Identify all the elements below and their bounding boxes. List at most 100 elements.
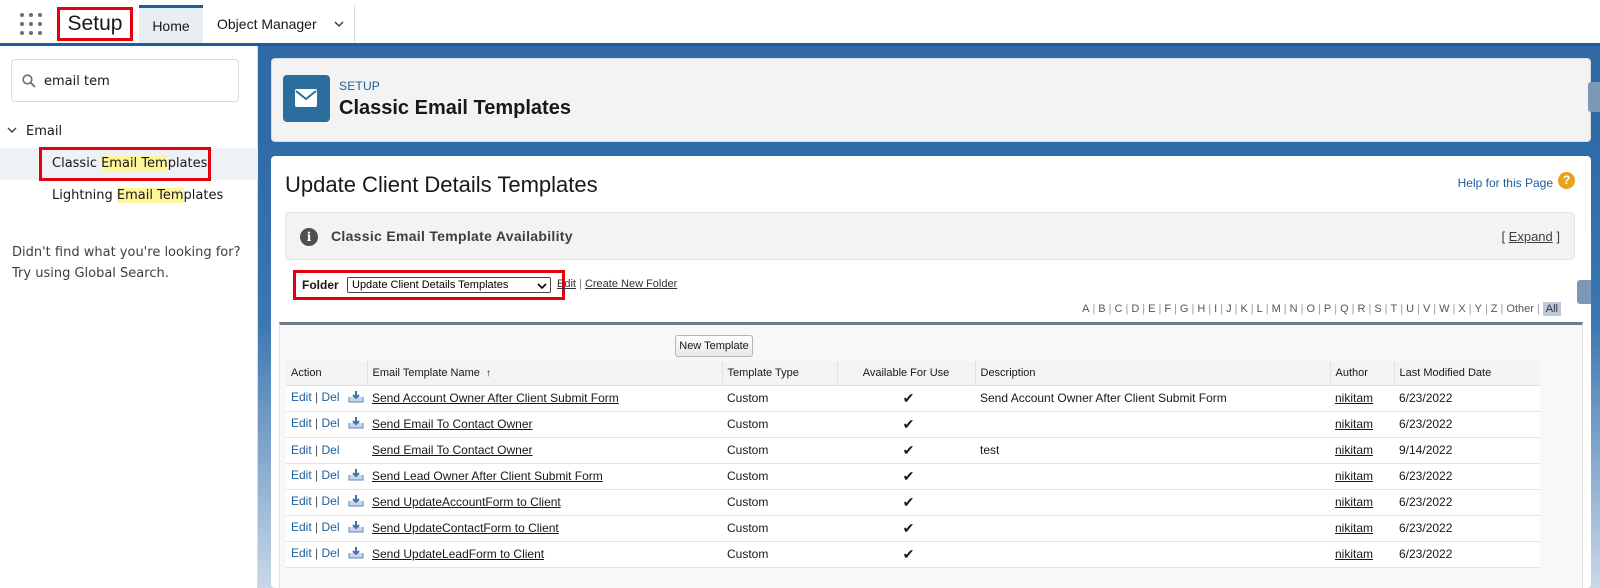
download-icon[interactable] xyxy=(348,468,364,485)
alpha-filter-letter[interactable]: H xyxy=(1197,303,1205,315)
alpha-filter-letter[interactable]: A xyxy=(1082,303,1089,315)
alpha-filter-letter[interactable]: O xyxy=(1306,303,1315,315)
del-link[interactable]: Del xyxy=(322,443,340,457)
alpha-filter-letter[interactable]: Other xyxy=(1506,303,1534,315)
column-header-modified[interactable]: Last Modified Date xyxy=(1394,361,1540,386)
edit-link[interactable]: Edit xyxy=(291,494,312,508)
alpha-filter-letter[interactable]: K xyxy=(1240,303,1247,315)
alpha-filter-letter[interactable]: T xyxy=(1391,303,1398,315)
column-header-available[interactable]: Available For Use xyxy=(837,361,976,386)
download-icon[interactable] xyxy=(348,390,364,407)
new-template-button[interactable]: New Template xyxy=(675,335,753,357)
alpha-filter-letter[interactable]: E xyxy=(1148,303,1155,315)
expand-link[interactable]: Expand xyxy=(1509,229,1553,244)
tab-object-manager[interactable]: Object Manager xyxy=(203,5,355,43)
column-header-action: Action xyxy=(286,361,368,386)
template-name-link[interactable]: Send UpdateLeadForm to Client xyxy=(372,547,544,561)
del-link[interactable]: Del xyxy=(322,416,340,430)
author-link[interactable]: nikitam xyxy=(1335,547,1373,561)
template-name-link[interactable]: Send UpdateAccountForm to Client xyxy=(372,495,561,509)
alpha-filter-letter[interactable]: J xyxy=(1226,303,1232,315)
alpha-filter-letter[interactable]: B xyxy=(1098,303,1105,315)
download-icon[interactable] xyxy=(348,416,364,433)
alpha-filter-letter[interactable]: G xyxy=(1180,303,1189,315)
edit-folder-link[interactable]: Edit xyxy=(557,278,576,290)
page-header-title: Classic Email Templates xyxy=(339,97,571,119)
alpha-filter-letter[interactable]: S xyxy=(1374,303,1381,315)
edit-link[interactable]: Edit xyxy=(291,468,312,482)
folder-select[interactable]: Update Client Details Templates xyxy=(347,277,551,293)
author-link[interactable]: nikitam xyxy=(1335,469,1373,483)
edit-link[interactable]: Edit xyxy=(291,443,312,457)
help-link[interactable]: Help for this Page xyxy=(1458,176,1553,190)
del-link[interactable]: Del xyxy=(322,546,340,560)
chevron-down-icon xyxy=(537,283,547,290)
download-icon[interactable] xyxy=(348,494,364,511)
edit-link[interactable]: Edit xyxy=(291,520,312,534)
scroll-handle[interactable] xyxy=(1577,280,1591,304)
sidebar-item-lightning-email-templates[interactable]: Lightning Email Templates xyxy=(52,188,223,203)
alpha-filter-letter[interactable]: F xyxy=(1164,303,1171,315)
edit-link[interactable]: Edit xyxy=(291,546,312,560)
del-link[interactable]: Del xyxy=(322,468,340,482)
author-cell: nikitam xyxy=(1330,385,1394,412)
chevron-down-icon[interactable] xyxy=(334,19,344,29)
item-text: Classic xyxy=(52,156,102,171)
alpha-filter-letter[interactable]: D xyxy=(1131,303,1139,315)
alpha-filter-letter[interactable]: L xyxy=(1257,303,1263,315)
del-link[interactable]: Del xyxy=(322,494,340,508)
author-link[interactable]: nikitam xyxy=(1335,495,1373,509)
quick-find-input[interactable] xyxy=(44,69,234,93)
table-header-row: Action Email Template Name ↑ Template Typ… xyxy=(286,361,1540,386)
tab-object-manager-label: Object Manager xyxy=(217,16,317,32)
edit-link[interactable]: Edit xyxy=(291,416,312,430)
email-icon xyxy=(283,75,330,122)
modified-date-cell: 6/23/2022 xyxy=(1394,515,1540,542)
alpha-filter-letter[interactable]: R xyxy=(1358,303,1366,315)
author-link[interactable]: nikitam xyxy=(1335,443,1373,457)
author-cell: nikitam xyxy=(1330,437,1394,464)
alpha-filter-letter[interactable]: P xyxy=(1324,303,1331,315)
edit-link[interactable]: Edit xyxy=(291,390,312,404)
download-icon[interactable] xyxy=(348,520,364,537)
alpha-filter-letter[interactable]: All xyxy=(1542,302,1561,316)
template-type-cell: Custom xyxy=(722,541,837,568)
tree-node-email[interactable]: Email xyxy=(6,124,62,139)
alpha-filter-letter[interactable]: Z xyxy=(1491,303,1498,315)
tab-home[interactable]: Home xyxy=(139,5,203,43)
template-name-link[interactable]: Send Email To Contact Owner xyxy=(372,417,533,431)
table-row: Edit | Del Send Lead Owner After Client S… xyxy=(286,463,1540,490)
column-header-author[interactable]: Author xyxy=(1330,361,1395,386)
download-icon[interactable] xyxy=(348,546,364,563)
description-cell xyxy=(975,463,1330,490)
del-link[interactable]: Del xyxy=(322,390,340,404)
alpha-filter-letter[interactable]: X xyxy=(1458,303,1465,315)
author-link[interactable]: nikitam xyxy=(1335,521,1373,535)
panel-toggle-handle[interactable] xyxy=(1588,82,1600,112)
create-new-folder-link[interactable]: Create New Folder xyxy=(585,278,677,290)
help-icon[interactable]: ? xyxy=(1558,172,1575,189)
alpha-filter-letter[interactable]: C xyxy=(1115,303,1123,315)
alpha-filter-letter[interactable]: I xyxy=(1214,303,1217,315)
author-link[interactable]: nikitam xyxy=(1335,417,1373,431)
template-name-link[interactable]: Send UpdateContactForm to Client xyxy=(372,521,559,535)
column-header-type[interactable]: Template Type xyxy=(722,361,838,386)
alpha-filter-letter[interactable]: Q xyxy=(1340,303,1349,315)
template-name-link[interactable]: Send Account Owner After Client Submit F… xyxy=(372,391,619,405)
alpha-filter-letter[interactable]: W xyxy=(1439,303,1449,315)
del-link[interactable]: Del xyxy=(322,520,340,534)
author-link[interactable]: nikitam xyxy=(1335,391,1373,405)
sidebar-item-classic-email-templates[interactable]: Classic Email Templates xyxy=(52,156,207,171)
template-name-link[interactable]: Send Email To Contact Owner xyxy=(372,443,533,457)
alpha-filter-letter[interactable]: M xyxy=(1272,303,1281,315)
table-row: Edit | Del Send Account Owner After Clien… xyxy=(286,385,1540,412)
alpha-filter-letter[interactable]: Y xyxy=(1475,303,1482,315)
column-header-name[interactable]: Email Template Name ↑ xyxy=(367,361,723,386)
alpha-filter-letter[interactable]: U xyxy=(1406,303,1414,315)
template-name-link[interactable]: Send Lead Owner After Client Submit Form xyxy=(372,469,603,483)
alpha-filter-letter[interactable]: N xyxy=(1290,303,1298,315)
row-actions: Edit | Del xyxy=(286,411,367,438)
column-header-description[interactable]: Description xyxy=(975,361,1331,386)
app-launcher-icon[interactable] xyxy=(20,13,42,35)
alpha-filter-letter[interactable]: V xyxy=(1423,303,1430,315)
